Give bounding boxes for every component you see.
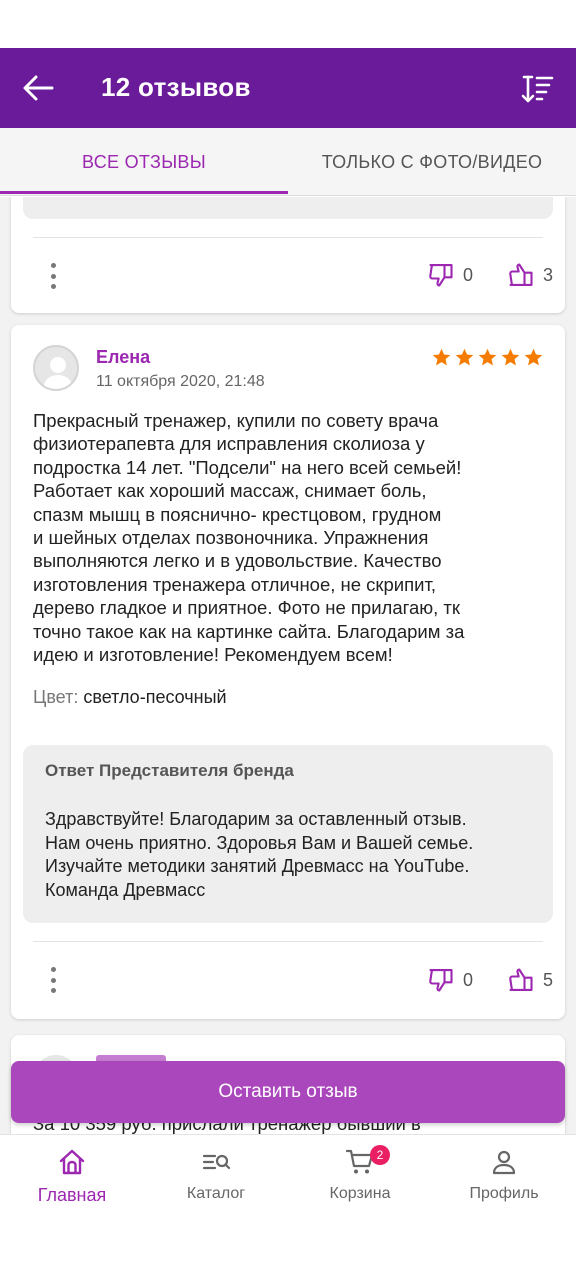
review-card: Елена 11 октября 2020, 21:48 Прекрасный … — [11, 325, 565, 1019]
star-icon — [455, 348, 474, 366]
cart-badge: 2 — [370, 1145, 390, 1165]
brand-reply-title: Ответ Представителя бренда — [45, 761, 294, 780]
more-options-icon[interactable] — [48, 263, 58, 289]
color-label: Цвет: — [33, 687, 79, 707]
sort-icon[interactable] — [520, 74, 554, 104]
review-author: Елена — [96, 347, 151, 367]
arrow-left-icon[interactable] — [22, 74, 54, 102]
color-value: светло-песочный — [83, 687, 227, 707]
thumbs-down-icon — [429, 969, 453, 992]
review-date: 11 октября 2020, 21:48 — [96, 373, 265, 390]
brand-reply-box — [23, 197, 553, 219]
page-title: 12 отзывов — [101, 72, 251, 102]
reviews-feed[interactable]: 0 3 Елена 11 октября 2020, 21:48 Прекрас… — [0, 197, 576, 1134]
bottom-nav: Главная Каталог 2 Корзина Профиль — [0, 1134, 576, 1280]
brand-reply-box: Ответ Представителя бренда Здравствуйте!… — [23, 745, 553, 923]
avatar — [33, 345, 79, 391]
tab-all-reviews[interactable]: ВСЕ ОТЗЫВЫ — [0, 128, 288, 196]
tab-photo-video-only[interactable]: ТОЛЬКО С ФОТО/ВИДЕО — [288, 128, 576, 196]
dislike-button[interactable]: 0 — [427, 966, 473, 994]
like-count: 3 — [543, 264, 554, 285]
star-icon — [524, 348, 543, 366]
thumbs-up-icon — [509, 263, 533, 286]
thumbs-up-icon — [509, 968, 533, 991]
nav-item-profile[interactable]: Профиль — [432, 1135, 576, 1225]
star-icon — [432, 348, 451, 366]
review-text: Прекрасный тренажер, купили по совету вр… — [33, 410, 465, 666]
app-bar: 12 отзывов — [0, 48, 576, 128]
brand-reply-text: Здравствуйте! Благодарим за оставленный … — [45, 809, 474, 900]
nav-item-catalog[interactable]: Каталог — [144, 1135, 288, 1225]
nav-label: Главная — [37, 1185, 107, 1205]
like-button[interactable]: 5 — [507, 966, 553, 994]
profile-icon — [492, 1150, 516, 1175]
nav-label: Профиль — [469, 1185, 539, 1202]
star-icon — [478, 348, 497, 366]
user-placeholder-icon — [43, 357, 73, 389]
dislike-count: 0 — [463, 264, 474, 285]
like-count: 5 — [543, 969, 554, 990]
dislike-count: 0 — [463, 969, 474, 990]
nav-label: Корзина — [329, 1185, 391, 1202]
more-options-icon[interactable] — [48, 967, 58, 993]
leave-review-button[interactable]: Оставить отзыв — [11, 1061, 565, 1123]
nav-label: Каталог — [186, 1185, 246, 1202]
nav-item-cart[interactable]: 2 Корзина — [288, 1135, 432, 1225]
divider — [33, 941, 543, 942]
status-bar — [0, 0, 576, 48]
catalog-search-icon — [202, 1154, 231, 1170]
review-card-previous: 0 3 — [11, 197, 565, 313]
review-color: Цвет: светло-песочный — [33, 687, 227, 708]
thumbs-down-icon — [429, 264, 453, 287]
nav-item-home[interactable]: Главная — [0, 1135, 144, 1225]
dislike-button[interactable]: 0 — [427, 261, 473, 289]
star-icon — [501, 348, 520, 366]
tabs: ВСЕ ОТЗЫВЫ ТОЛЬКО С ФОТО/ВИДЕО — [0, 128, 576, 196]
divider — [33, 237, 543, 238]
home-icon — [59, 1149, 85, 1175]
like-button[interactable]: 3 — [507, 261, 553, 289]
tab-indicator — [0, 191, 288, 194]
rating-stars — [431, 347, 544, 368]
